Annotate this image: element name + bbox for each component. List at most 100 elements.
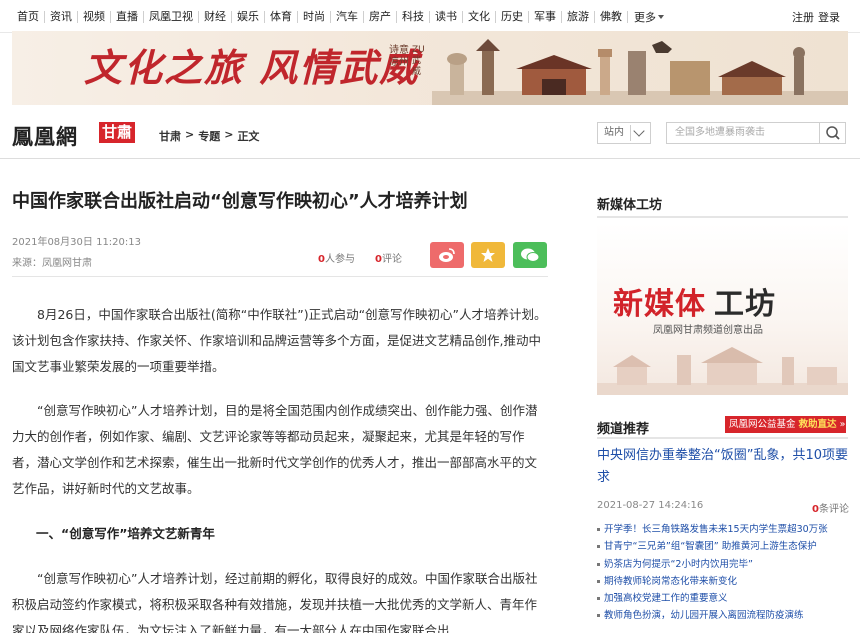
top-nav: 首页 资讯 视频 直播 凤凰卫视 财经 娱乐 体育 时尚 汽车 房产 科技 读书 文化 历史 军事 旅游 佛教 更多… — [0, 0, 860, 33]
banner-scenery-illustration — [432, 39, 848, 105]
list-item[interactable]: 开学季！长三角铁路发售未来15天内学生票超30万张 — [597, 521, 848, 538]
nav-item[interactable]: 首页 — [12, 10, 45, 23]
bullet-icon — [597, 614, 600, 618]
list-item-text: 开学季！长三角铁路发售未来15天内学生票超30万张 — [604, 524, 828, 535]
nav-item[interactable]: 体育 — [265, 10, 298, 23]
region-badge[interactable]: 甘肅 — [99, 122, 136, 143]
share-wechat-button[interactable] — [513, 242, 547, 268]
select-divider — [630, 125, 631, 141]
promo-text: 凤凰网公益基金 — [729, 419, 796, 430]
nav-item[interactable]: 直播 — [111, 10, 144, 23]
nav-item[interactable]: 旅游 — [562, 10, 595, 23]
search-icon — [826, 126, 840, 140]
site-scope-select[interactable]: 站内 — [597, 122, 651, 144]
list-item-text: 教师角色扮演，幼儿园开展入离园流程防疫演练 — [604, 610, 804, 622]
comments-count[interactable]: 0评论 — [375, 250, 402, 265]
list-item[interactable]: 加强高校党建工作的重要意义 — [597, 590, 848, 607]
list-item-text: 奶茶店为何提示“2小时内饮用完毕” — [604, 558, 753, 570]
banner-title: 文化之旅 风情武威 — [84, 45, 420, 90]
nav-items: 首页 资讯 视频 直播 凤凰卫视 财经 娱乐 体育 时尚 汽车 房产 科技 读书 文化 历史 军事 旅游 佛教 更多 — [12, 0, 664, 33]
media-title-red: 新媒体 — [613, 287, 706, 322]
recommend-headline[interactable]: 中央网信办重拳整治“饭圈”乱象，共10项要求 — [597, 445, 848, 489]
nav-item[interactable]: 读书 — [430, 10, 463, 23]
nav-item[interactable]: 娱乐 — [232, 10, 265, 23]
list-item-text: 甘青宁“三兄弟”组“智囊团” 助推黄河上游生态保护 — [604, 541, 817, 553]
breadcrumb-article: 正文 — [237, 130, 260, 143]
sidebar-heading-recommend: 频道推荐 — [597, 422, 650, 437]
nav-item[interactable]: 汽车 — [331, 10, 364, 23]
share-weibo-button[interactable] — [430, 242, 464, 268]
nav-item[interactable]: 时尚 — [298, 10, 331, 23]
nav-item[interactable]: 军事 — [529, 10, 562, 23]
breadcrumb-gansu[interactable]: 甘肃 — [159, 128, 181, 144]
headline-time: 2021-08-27 14:24:16 — [597, 500, 704, 511]
bullet-icon — [597, 579, 600, 583]
charity-promo-link[interactable]: 凤凰网公益基金 救助直达 » — [725, 416, 846, 433]
bullet-icon — [597, 528, 600, 531]
nav-item[interactable]: 科技 — [397, 10, 430, 23]
headline-comments-label: 条评论 — [818, 504, 849, 515]
media-workshop-card[interactable]: 新媒体 工坊 凤凰网甘肃频道创意出品 — [597, 223, 848, 395]
register-link[interactable]: 注册 — [792, 9, 814, 25]
nav-item[interactable]: 视频 — [78, 10, 111, 23]
nav-item[interactable]: 资讯 — [45, 10, 78, 23]
media-card-skyline-illustration — [597, 347, 848, 395]
search-placeholder: 全国多地遭暴雨袭击 — [675, 127, 765, 138]
list-item[interactable]: 甘青宁“三兄弟”组“智囊团” 助推黄河上游生态保护 — [597, 538, 848, 555]
participants-count[interactable]: 0人参与 — [318, 250, 355, 265]
favorite-button[interactable] — [471, 242, 505, 268]
site-header: 鳳凰網 甘肅 甘肃 > 专题 > 正文 站内 全国多地遭暴雨袭击 — [0, 107, 860, 159]
participants-number: 0 — [318, 254, 325, 265]
nav-more-label: 更多 — [634, 10, 656, 24]
article-paragraph-2: “创意写作映初心”人才培养计划，目的是将全国范围内创作成绩突出、创作能力强、创作… — [12, 403, 538, 496]
media-card-title: 新媒体 工坊 — [613, 279, 776, 323]
search-button[interactable] — [819, 123, 845, 143]
recommend-news-list: 开学季！长三角铁路发售未来15天内学生票超30万张 甘青宁“三兄弟”组“智囊团” … — [597, 521, 848, 625]
nav-item[interactable]: 财经 — [199, 10, 232, 23]
double-chevron-icon: » — [839, 419, 846, 430]
headline-comments-number: 0 — [812, 504, 819, 515]
login-link[interactable]: 登录 — [818, 9, 840, 25]
comments-label: 评论 — [381, 254, 402, 265]
media-title-dark: 工坊 — [714, 287, 776, 322]
nav-item[interactable]: 凤凰卫视 — [144, 10, 199, 23]
bullet-icon — [597, 562, 600, 566]
participants-label: 人参与 — [324, 254, 355, 265]
nav-item[interactable]: 历史 — [496, 10, 529, 23]
nav-more-menu[interactable]: 更多 — [634, 9, 664, 25]
search-input[interactable]: 全国多地遭暴雨袭击 — [666, 122, 846, 144]
list-item-text: 加强高校党建工作的重要意义 — [604, 593, 728, 605]
headline-comments[interactable]: 0条评论 — [812, 500, 849, 515]
weibo-icon — [439, 248, 455, 262]
media-card-subtitle: 凤凰网甘肃频道创意出品 — [653, 325, 763, 336]
star-icon — [481, 248, 495, 262]
list-item[interactable]: 教师角色扮演，幼儿园开展入离园流程防疫演练 — [597, 607, 848, 624]
breadcrumb-sep: > — [224, 128, 234, 141]
breadcrumb-sep: > — [185, 128, 195, 141]
article-paragraph-1: 8月26日，中国作家联合出版社(简称“中作联社”)正式启动“创意写作映初心”人才… — [12, 307, 547, 374]
comments-number: 0 — [375, 254, 382, 265]
sidebar-divider — [597, 437, 848, 439]
meta-divider — [12, 276, 548, 277]
site-logo[interactable]: 鳳凰網 — [12, 121, 78, 151]
auth-links: 注册 登录 — [788, 0, 840, 33]
wechat-icon — [521, 248, 540, 262]
list-item-text: 期待教师轮岗常态化带来新变化 — [604, 575, 738, 587]
nav-item[interactable]: 文化 — [463, 10, 496, 23]
sidebar-heading-media: 新媒体工坊 — [597, 198, 663, 213]
list-item[interactable]: 期待教师轮岗常态化带来新变化 — [597, 573, 848, 590]
caret-down-icon — [658, 14, 664, 19]
breadcrumb: 甘肃 > 专题 > 正文 — [159, 128, 263, 144]
breadcrumb-topic[interactable]: 专题 — [198, 128, 220, 144]
article-title: 中国作家联合出版社启动“创意写作映初心”人才培养计划 — [12, 191, 468, 212]
article-source: 来源：凤凰网甘肃 — [12, 258, 92, 269]
list-item[interactable]: 奶茶店为何提示“2小时内饮用完毕” — [597, 556, 848, 573]
promo-go: 救助直达 — [798, 419, 837, 430]
nav-item[interactable]: 佛教 — [595, 10, 628, 23]
banner-subtitle-small: ZU武威 — [412, 45, 425, 77]
article-date: 2021年08月30日 11:20:13 — [12, 237, 141, 248]
article-section-heading: 一、“创意写作”培养文艺新青年 — [36, 526, 215, 541]
site-scope-value: 站内 — [604, 127, 624, 138]
nav-item[interactable]: 房产 — [364, 10, 397, 23]
banner[interactable]: 文化之旅 风情武威 诗意凉州 ZU武威 — [12, 31, 848, 105]
